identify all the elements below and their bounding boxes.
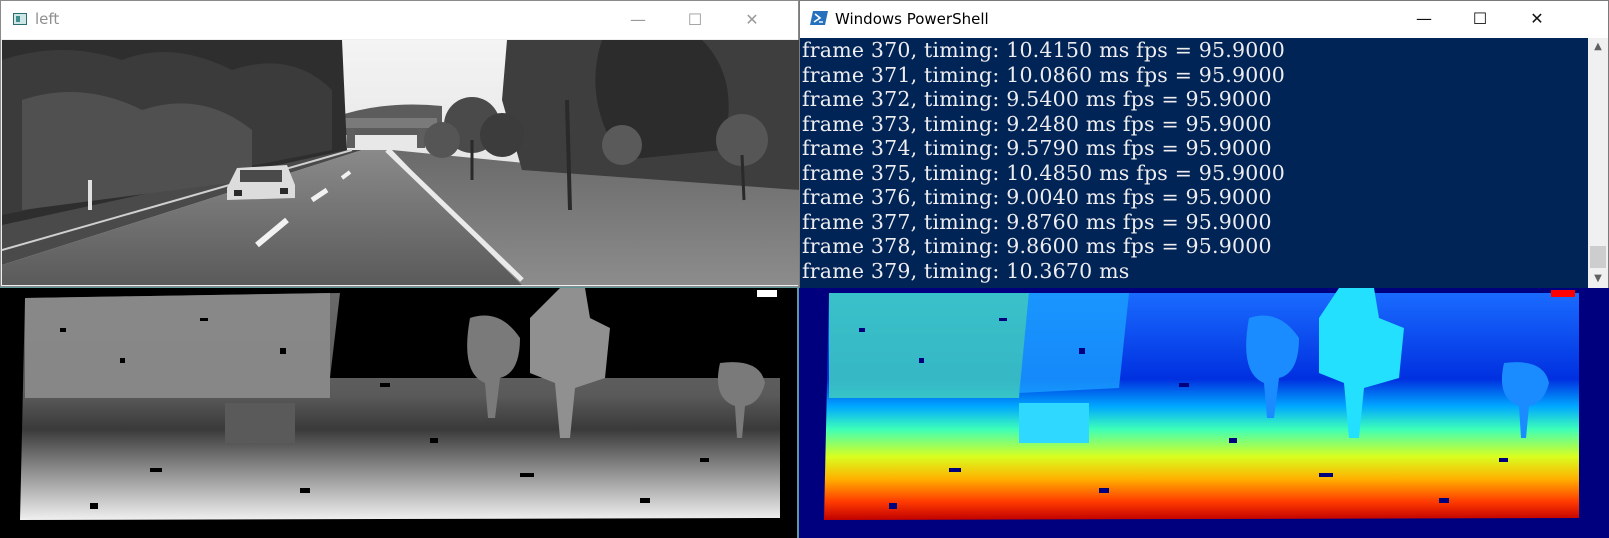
powershell-icon xyxy=(810,11,828,25)
console-line: frame 374, timing: 9.5790 ms fps = 95.90… xyxy=(802,136,1272,160)
console-line: frame 371, timing: 10.0860 ms fps = 95.9… xyxy=(802,62,1285,87)
road-scene-image xyxy=(2,40,799,285)
left-window-titlebar[interactable]: left — ☐ ✕ xyxy=(1,1,798,39)
console-line: frame 370, timing: 10.4150 ms fps = 95.9… xyxy=(802,38,1285,62)
scrollbar-thumb[interactable] xyxy=(1590,246,1606,268)
close-icon[interactable]: ✕ xyxy=(1514,2,1560,36)
console-line: frame 372, timing: 9.5400 ms fps = 95.90… xyxy=(802,87,1272,111)
scroll-down-icon[interactable]: ▼ xyxy=(1588,270,1608,288)
console-line: frame 379, timing: 10.3670 ms xyxy=(802,258,1130,283)
console-line: frame 373, timing: 9.2480 ms fps = 95.90… xyxy=(802,111,1272,136)
jet-colormap-disparity-map xyxy=(799,288,1609,538)
minimize-icon[interactable]: — xyxy=(615,3,661,37)
close-icon[interactable]: ✕ xyxy=(729,3,775,37)
console-line: frame 377, timing: 9.8760 ms fps = 95.90… xyxy=(802,209,1272,234)
minimize-icon[interactable]: — xyxy=(1401,2,1447,36)
console-line: frame 376, timing: 9.0040 ms fps = 95.90… xyxy=(802,185,1272,209)
console-output[interactable]: frame 370, timing: 10.4150 ms fps = 95.9… xyxy=(800,38,1588,290)
maximize-icon[interactable]: ☐ xyxy=(672,3,718,37)
console-scrollbar[interactable]: ▲ ▼ xyxy=(1588,38,1608,290)
powershell-title: Windows PowerShell xyxy=(835,10,989,28)
powershell-window: Windows PowerShell — ☐ ✕ frame 370, timi… xyxy=(799,0,1609,290)
console-line: frame 375, timing: 10.4850 ms fps = 95.9… xyxy=(802,160,1285,185)
left-image-window: left — ☐ ✕ xyxy=(0,0,799,287)
powershell-titlebar[interactable]: Windows PowerShell — ☐ ✕ xyxy=(800,1,1608,38)
maximize-icon[interactable]: ☐ xyxy=(1457,2,1503,36)
left-window-title: left xyxy=(35,10,60,28)
scroll-up-icon[interactable]: ▲ xyxy=(1588,38,1608,56)
grayscale-disparity-map xyxy=(0,288,797,538)
opencv-window-icon xyxy=(13,13,27,25)
console-line: frame 378, timing: 9.8600 ms fps = 95.90… xyxy=(802,234,1272,258)
